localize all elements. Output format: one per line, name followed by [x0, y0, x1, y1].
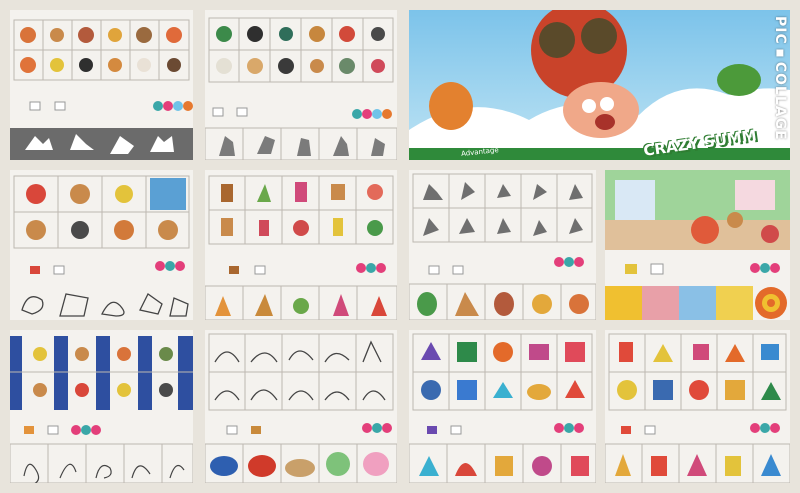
worksheet-curtains	[10, 330, 193, 483]
tile-objects-grid	[205, 170, 397, 320]
worksheet-room-patterns	[605, 170, 790, 320]
tile-room-scene	[605, 170, 790, 320]
worksheet-animals	[10, 10, 193, 160]
tile-geometric-shapes-grid	[605, 330, 790, 483]
worksheet-shape-figures	[409, 330, 596, 483]
worksheet-geometric-shapes	[605, 330, 790, 483]
worksheet-scenes	[10, 170, 193, 320]
photo-collage: CRAZY SUMM Advantage PIC▪COLLAGE	[0, 0, 800, 493]
tile-scenes-grid	[10, 170, 193, 320]
tile-hats-grid	[205, 330, 397, 483]
worksheet-objects	[205, 170, 397, 320]
worksheet-silhouettes	[409, 170, 596, 320]
tile-shapes-robots-grid	[409, 330, 596, 483]
worksheet-farm-animals	[205, 10, 397, 160]
tile-farm-animals-grid	[205, 10, 397, 160]
tile-curtains-grid	[10, 330, 193, 483]
tile-book-cover: CRAZY SUMM Advantage PIC▪COLLAGE	[409, 10, 790, 160]
tile-silhouettes-grid	[409, 170, 596, 320]
watermark: PIC▪COLLAGE	[772, 16, 788, 141]
tile-animals-grid	[10, 10, 193, 160]
worksheet-hats	[205, 330, 397, 483]
